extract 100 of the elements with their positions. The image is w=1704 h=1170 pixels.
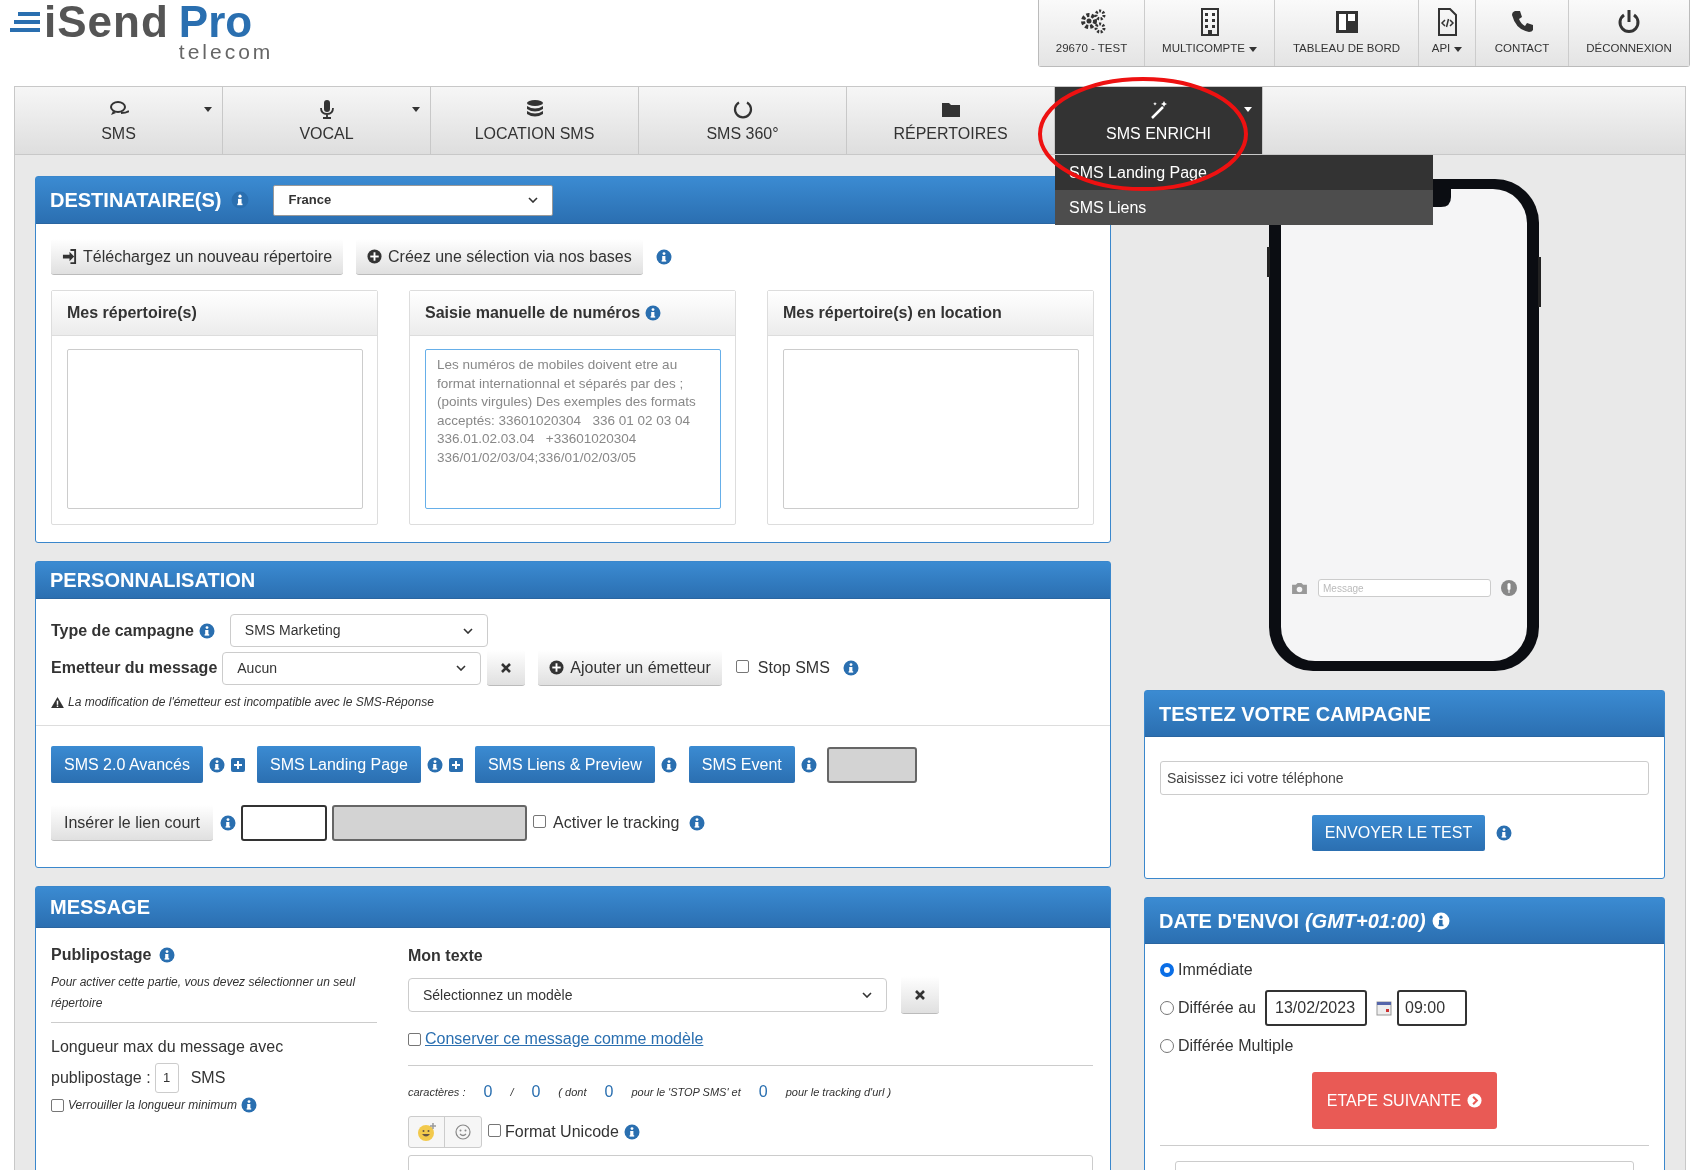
checkbox[interactable]	[735, 660, 749, 673]
counter-label: /	[510, 1084, 514, 1100]
field-label: publipostage :	[51, 1068, 151, 1088]
radio-button[interactable]	[1160, 1001, 1174, 1015]
plus-circle-icon	[367, 249, 383, 264]
nav-tab[interactable]: VOCAL	[223, 87, 431, 154]
nav-tab[interactable]: SMS ENRICHI	[1055, 87, 1263, 154]
info-icon[interactable]	[231, 191, 250, 209]
counter-label: ( dont	[558, 1084, 587, 1100]
numbers-textarea[interactable]: Les numéros de mobiles doivent etre au format internationnal et séparés par des ; (points virgules) Des exemples des formats acceptés: 33601020304 336 01 02 03 04 336.01.02.03.04 +33601020304 336/01/02/03/04;336/01/02/03/05	[425, 349, 721, 509]
info-icon[interactable]	[1431, 911, 1450, 930]
top-menu-button[interactable]: TABLEAU DE BORD	[1275, 0, 1419, 66]
time-field[interactable]: 09:00	[1397, 990, 1467, 1026]
save-template-link[interactable]: Conserver ce message comme modèle	[425, 1027, 704, 1051]
warning-text: La modification de l'émetteur est incompatible avec le SMS-Réponse	[68, 694, 434, 711]
info-icon[interactable]	[159, 947, 176, 963]
radio-label: Différée au	[1178, 998, 1256, 1018]
field-label: Type de campagne	[51, 620, 194, 641]
info-icon[interactable]	[660, 756, 677, 773]
sender-select[interactable]: Aucun	[222, 651, 482, 685]
top-menu-button[interactable]: MULTICOMPTE	[1145, 0, 1275, 66]
info-icon[interactable]	[240, 1097, 257, 1113]
caret-icon[interactable]	[1454, 46, 1463, 52]
counter-label: pour le 'STOP SMS' et	[631, 1084, 741, 1100]
logo-tagline: telecom	[178, 42, 274, 62]
info-icon[interactable]	[220, 815, 237, 831]
button[interactable]: Créez une sélection via nos bases	[356, 239, 643, 275]
nav-tab[interactable]: SMS	[15, 87, 223, 154]
camera-icon	[1291, 581, 1308, 595]
nav-tab[interactable]: SMS 360°	[639, 87, 847, 154]
section-title: Mon texte	[408, 946, 484, 966]
counter-value: 0	[758, 1082, 768, 1102]
template-select[interactable]: Sélectionnez un modèle	[408, 978, 887, 1012]
checkbox-label: Activer le tracking	[553, 813, 680, 833]
plus-circle-icon	[549, 660, 565, 675]
counter-label: pour le tracking d'url )	[785, 1084, 892, 1100]
field-label: Longueur max du message avec	[51, 1037, 285, 1057]
plus-icon[interactable]	[448, 757, 463, 772]
info-icon[interactable]	[842, 660, 859, 676]
info-icon[interactable]	[426, 756, 443, 773]
counter-value: 0	[604, 1082, 614, 1102]
panel-title: DATE D'ENVOI	[1159, 908, 1299, 934]
feature-button[interactable]: SMS Event	[688, 746, 795, 783]
plus-icon[interactable]	[231, 757, 245, 772]
chevron-icon[interactable]	[456, 665, 467, 671]
close-icon	[914, 988, 926, 1001]
number-field[interactable]: 1	[154, 1063, 179, 1093]
message-field: Message	[1318, 579, 1491, 597]
chevron-icon[interactable]	[462, 627, 473, 634]
input-field[interactable]	[332, 805, 528, 841]
chevron-icon[interactable]	[862, 992, 872, 998]
caret-icon[interactable]	[1248, 46, 1257, 52]
caret-icon[interactable]	[204, 107, 212, 112]
dropdown-item[interactable]: SMS Liens	[1055, 190, 1433, 225]
caret-icon[interactable]	[1244, 107, 1252, 112]
field-label: Emetteur du message	[51, 658, 218, 678]
country-select[interactable]: France	[273, 184, 554, 216]
info-icon[interactable]	[209, 756, 225, 773]
input-field[interactable]	[241, 805, 328, 841]
smiley-icon	[455, 1124, 471, 1140]
checkbox[interactable]	[408, 1032, 421, 1046]
checkbox[interactable]	[533, 815, 547, 828]
info-icon[interactable]	[198, 622, 215, 639]
checkbox[interactable]	[51, 1098, 64, 1112]
info-icon[interactable]	[800, 756, 817, 773]
input-field[interactable]	[826, 746, 917, 783]
microphone-icon	[1501, 580, 1517, 596]
counter-label: caractères :	[408, 1084, 466, 1100]
info-icon[interactable]	[689, 815, 706, 831]
feature-button[interactable]: SMS Liens & Preview	[474, 746, 655, 783]
campaign-type-select[interactable]: SMS Marketing	[229, 614, 488, 647]
top-menu-button[interactable]: DÉCONNEXION	[1569, 0, 1689, 66]
note-text: Pour activer cette partie, vous devez sélectionner un seul répertoire	[51, 972, 377, 1023]
feature-button[interactable]: SMS 2.0 Avancés	[51, 746, 203, 783]
feature-button[interactable]: SMS Landing Page	[257, 746, 421, 783]
close-icon	[500, 661, 513, 674]
box-title: Mes répertoire(s) en location	[783, 303, 1002, 323]
box-title: Saisie manuelle de numéros	[425, 303, 641, 323]
info-icon[interactable]	[623, 1124, 640, 1140]
chevron-icon[interactable]	[528, 197, 539, 203]
nav-tab[interactable]: LOCATION SMS	[431, 87, 639, 154]
caret-icon[interactable]	[412, 107, 420, 112]
sign-in-icon	[62, 249, 77, 264]
radio-button[interactable]	[1160, 963, 1174, 977]
unit-label: SMS	[190, 1068, 226, 1088]
top-menu-button[interactable]: 29670 - TEST	[1039, 0, 1145, 66]
date-field[interactable]: 13/02/2023	[1265, 990, 1367, 1026]
send-test-button[interactable]: ENVOYER LE TEST	[1311, 815, 1486, 851]
counter-value: 0	[531, 1082, 541, 1102]
top-menu-button[interactable]: CONTACT	[1476, 0, 1569, 66]
info-icon[interactable]	[655, 249, 672, 265]
checkbox[interactable]	[488, 1124, 501, 1137]
radio-button[interactable]	[1160, 1039, 1174, 1053]
phone-input-field[interactable]: Saisissez ici votre téléphone	[1160, 761, 1649, 795]
info-icon[interactable]	[1496, 825, 1513, 841]
info-icon[interactable]	[645, 305, 662, 321]
top-menu-button[interactable]: API	[1419, 0, 1476, 66]
calendar-icon[interactable]	[1376, 1000, 1392, 1016]
radio-label: Différée Multiple	[1178, 1036, 1294, 1056]
box-title: Mes répertoire(s)	[67, 303, 197, 323]
